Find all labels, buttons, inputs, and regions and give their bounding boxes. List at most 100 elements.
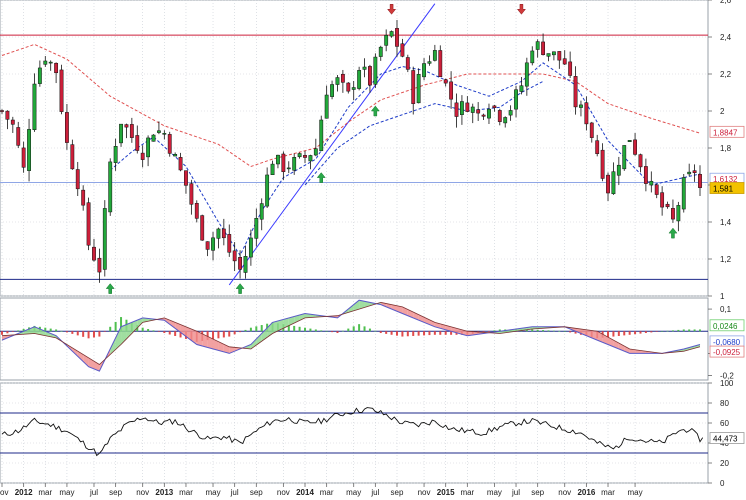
macd-hist-bar [98,331,101,337]
rsi-tick-label: 60 [720,419,729,428]
candle-body [97,257,102,273]
candle-body [32,83,37,131]
macd-hist-bar [639,331,642,334]
candle-body [205,241,210,250]
macd-hist-bar [325,331,328,332]
macd-hist-bar [358,324,361,332]
macd-hist-bar [395,331,398,336]
x-tick-label: may [628,488,643,497]
candle-body [21,147,26,168]
price-tick-label: 2 [720,107,725,116]
macd-hist-bar [336,331,339,334]
candle-body [698,174,702,188]
macd-hist-bar [558,330,561,332]
x-tick-label: 2012 [15,488,33,497]
rsi-tick-label: 0 [720,479,725,488]
candle-body [265,174,270,207]
candle-body [681,177,686,210]
candle-body [606,174,610,194]
macd-tick-label: 0,1 [720,305,732,314]
candle-body [422,63,426,78]
macd-hist-bar [379,331,382,334]
candle-body [600,149,605,179]
candle-body [524,62,529,87]
candle-body [81,189,86,206]
candle-body [0,110,4,112]
candle-body [432,50,437,61]
candle-body [595,140,600,154]
macd-hist-bar [417,331,420,336]
candle-body [54,62,59,74]
macd-hist-bar [217,331,220,339]
candle-body [514,89,518,110]
candle-body [551,51,556,56]
candle-body [384,35,389,46]
macd-hist-bar [563,331,566,332]
candle-body [654,184,659,195]
x-tick-label: nov [418,488,431,497]
macd-hist-bar [439,331,442,335]
x-tick-label: sep [109,488,122,497]
candle-body [319,119,324,152]
candle-body [649,180,654,186]
price-tick-label: 1,8 [720,144,732,153]
macd-hist-bar [55,329,58,332]
technical-chart: 2,62,42,221,81,61,41,211,88471,61321,581… [0,0,746,500]
candle-body [10,119,15,125]
candle-body [530,50,535,64]
macd-hist-bar [385,331,388,334]
candle-body [135,135,140,151]
candle-body [357,70,362,89]
macd-hist-bar [92,331,95,338]
x-tick-label: 2013 [155,488,173,497]
macd-hist-bar [239,331,242,333]
macd-hist-bar [390,331,393,335]
candle-body [65,112,69,143]
macd-hist-bar [688,329,691,332]
candle-body [37,67,42,84]
candle-body [286,167,291,170]
chart-svg: 2,62,42,221,81,61,41,211,88471,61321,581… [0,0,745,497]
candle-body [86,202,91,246]
macd-hist-bar [536,329,539,332]
candle-body [638,154,643,168]
candle-body [313,148,318,156]
x-tick-label: mar [460,488,474,497]
macd-hist-bar [552,330,555,332]
candle-body [194,203,199,219]
candle-body [568,61,573,76]
macd-hist-bar [157,331,160,332]
x-tick-label: sep [531,488,544,497]
candle-body [113,146,118,163]
macd-hist-bar [406,331,409,337]
macd-hist-bar [428,331,431,336]
candle-body [665,203,670,208]
macd-hist-bar [174,331,177,336]
macd-hist-bar [212,331,215,340]
candle-body [460,101,464,115]
candle-body [119,123,123,144]
candle-body [438,50,443,78]
candle-body [270,163,275,176]
candle-body [259,203,264,220]
macd-hist-bar [233,331,236,335]
candle-body [173,154,178,157]
candle-body [660,192,665,208]
macd-hist-bar [65,331,68,333]
macd-hist-bar [314,329,317,332]
macd-hist-bar [228,331,231,337]
candle-body [162,133,167,135]
rsi-value-tag: 44,473 [713,435,738,444]
candle-body [400,43,405,57]
candle-body [124,124,129,128]
macd-hist-bar [352,326,355,332]
candle-body [579,104,583,108]
macd-hist-bar [11,331,14,332]
x-tick-label: 2014 [296,488,314,497]
candle-body [324,94,329,119]
price-value-tag: 1,581 [713,185,734,194]
macd-hist-bar [607,331,610,338]
x-tick-label: 2016 [577,488,595,497]
candle-body [297,153,302,158]
macd-hist-bar [682,329,685,332]
